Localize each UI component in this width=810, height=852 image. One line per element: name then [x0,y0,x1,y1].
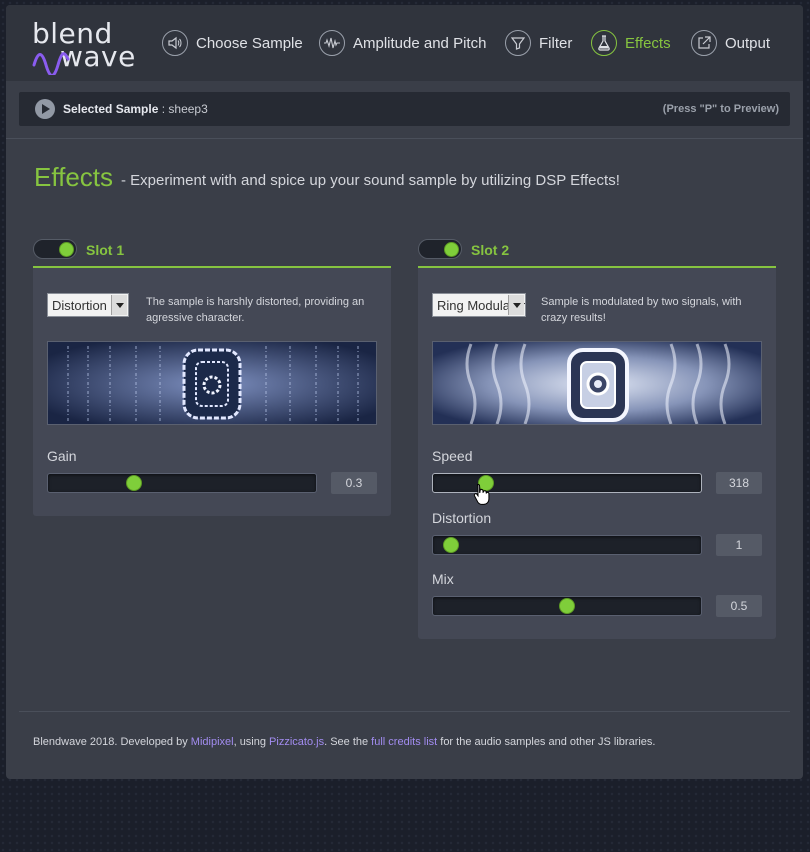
nav-label: Filter [539,34,573,52]
toggle-knob [59,242,74,257]
gain-slider[interactable] [47,473,317,493]
header: blend wave Choose Sample Amplitude and P… [6,5,803,81]
distortion-visual [47,341,377,425]
footer-divider [19,711,790,712]
page-subtitle: - Experiment with and spice up your soun… [121,172,620,189]
param-label-gain: Gain [47,448,77,464]
footer-text: Blendwave 2018. Developed by [33,736,191,748]
nav-effects[interactable]: Effects [591,29,671,57]
slider-thumb[interactable] [559,598,575,614]
param-label-speed: Speed [432,448,473,464]
footer-text: for the audio samples and other JS libra… [437,736,656,748]
export-icon [691,30,717,56]
selected-sample-label: Selected Sample [63,102,159,116]
select-value: Distortion [52,298,107,313]
slot-title: Slot 1 [86,242,125,258]
slot-2-effect-select[interactable]: Ring Modulator [432,293,526,317]
filter-icon [505,30,531,56]
selected-sample-bar: Selected Sample : sheep3 (Press "P" to P… [19,92,790,126]
distortion-value[interactable]: 1 [716,534,762,556]
selected-sample-text: Selected Sample : sheep3 [63,102,208,116]
footer-text: , using [233,736,270,748]
mix-slider[interactable] [432,596,702,616]
distortion-slider[interactable] [432,535,702,555]
blendwave-logo[interactable]: blend wave [32,15,135,75]
chevron-down-icon [508,295,524,315]
divider [6,138,803,139]
param-label-mix: Mix [432,571,454,587]
credits-link[interactable]: full credits list [371,736,437,748]
nav-label: Choose Sample [196,34,303,52]
play-preview-button[interactable] [35,99,55,119]
footer: Blendwave 2018. Developed by Midipixel, … [33,736,655,748]
gain-value[interactable]: 0.3 [331,472,377,494]
page-title: Effects [34,162,114,192]
param-label-distortion: Distortion [432,510,492,526]
selected-sample-name: sheep3 [168,102,208,116]
effect-slot-2: Slot 2 Ring Modulator Sample is modulate… [418,235,776,639]
ring-modulator-visual [432,341,762,425]
separator: : [158,102,169,116]
flask-icon [591,30,617,56]
nav-label: Output [725,34,771,52]
nav-choose-sample[interactable]: Choose Sample [162,29,303,57]
pizzicato-link[interactable]: Pizzicato.js [269,736,324,748]
slot-header: Slot 2 [418,235,776,268]
mix-value[interactable]: 0.5 [716,595,762,617]
nav-output[interactable]: Output [691,29,770,57]
nav-label: Amplitude and Pitch [353,34,487,52]
footer-text: . See the [324,736,372,748]
nav-amplitude-pitch[interactable]: Amplitude and Pitch [319,29,486,57]
chevron-down-icon [111,295,127,315]
nav-label: Effects [625,34,671,52]
effect-slot-1: Slot 1 Distortion The sample is harshly … [33,235,391,516]
slot-1-effect-select[interactable]: Distortion [47,293,129,317]
waveform-icon [319,30,345,56]
hand-cursor-icon [473,483,490,505]
slot-title: Slot 2 [471,242,510,258]
effect-description: Sample is modulated by two signals, with… [541,296,742,324]
effect-description: The sample is harshly distorted, providi… [146,296,365,324]
slider-thumb[interactable] [443,537,460,553]
logo-wave-icon [32,52,70,75]
toggle-knob [444,242,459,257]
preview-hint: (Press "P" to Preview) [662,103,779,115]
slider-thumb[interactable] [126,475,143,491]
midipixel-link[interactable]: Midipixel [191,736,234,748]
slot-1-enable-toggle[interactable] [33,239,77,259]
speed-value[interactable]: 318 [716,472,762,494]
nav-filter[interactable]: Filter [505,29,572,57]
speaker-icon [162,30,188,56]
slot-header: Slot 1 [33,235,391,268]
app-window: blend wave Choose Sample Amplitude and P… [6,5,803,779]
slot-2-enable-toggle[interactable] [418,239,462,259]
